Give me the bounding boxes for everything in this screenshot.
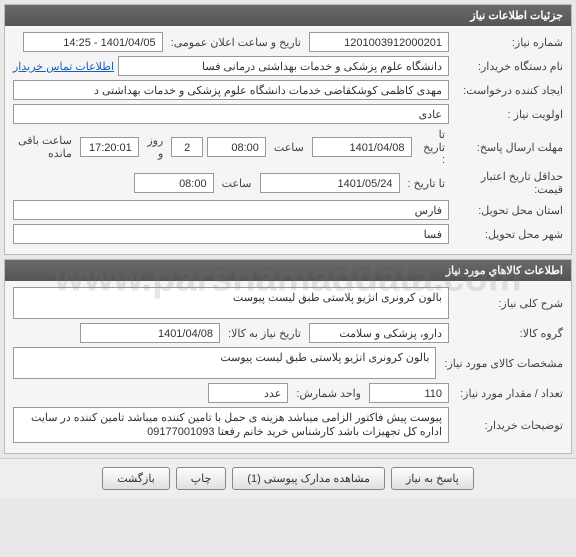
valid-time-field: 08:00 (134, 173, 214, 193)
reply-time-field: 08:00 (207, 137, 266, 157)
remain-days-label: روز و (143, 134, 168, 160)
unit-field: عدد (208, 383, 288, 403)
announce-field: 1401/04/05 - 14:25 (23, 32, 163, 52)
qty-label: تعداد / مقدار مورد نیاز: (453, 387, 563, 400)
button-bar: پاسخ به نیاز مشاهده مدارک پیوستی (1) چاپ… (0, 458, 576, 498)
announce-label: تاریخ و ساعت اعلان عمومی: (167, 36, 305, 49)
need-number-label: شماره نیاز: (453, 36, 563, 49)
buyer-contact-link[interactable]: اطلاعات تماس خریدار (13, 60, 114, 73)
items-panel-title: اطلاعات کالاهاي مورد نیاز (5, 260, 571, 281)
valid-date-field: 1401/05/24 (260, 173, 400, 193)
priority-label: اولویت نیاز : (453, 108, 563, 121)
group-field: دارو، پزشکی و سلامت (309, 323, 449, 343)
print-button[interactable]: چاپ (176, 467, 227, 490)
reply-button[interactable]: پاسخ به نیاز (391, 467, 474, 490)
unit-label: واحد شمارش: (292, 387, 365, 400)
desc-field: بالون کرونری انژیو پلاستی طبق لیست پیوست (13, 287, 449, 319)
buyer-name-field: دانشگاه علوم پزشکی و خدمات بهداشتی درمان… (118, 56, 449, 76)
spec-label: مشخصات کالای مورد نیاز: (440, 357, 563, 370)
reply-deadline-label: مهلت ارسال پاسخ: (453, 141, 563, 154)
notes-label: توضیحات خریدار: (453, 419, 563, 432)
reply-time-label: ساعت (270, 141, 308, 154)
province-label: استان محل تحویل: (453, 204, 563, 217)
details-panel-title: جزئیات اطلاعات نیاز (5, 5, 571, 26)
need-number-field: 1201003912000201 (309, 32, 449, 52)
spec-field: بالون کرونری انژیو پلاستی طبق لیست پیوست (13, 347, 436, 379)
notes-field: پیوست پیش فاکتور الزامی میباشد هزینه ی ح… (13, 407, 449, 443)
province-field: فارس (13, 200, 449, 220)
buyer-name-label: نام دستگاه خریدار: (453, 60, 563, 73)
city-field: فسا (13, 224, 449, 244)
remain-days-field: 2 (171, 137, 203, 157)
back-button[interactable]: بازگشت (102, 467, 170, 490)
attachments-button[interactable]: مشاهده مدارک پیوستی (1) (232, 467, 385, 490)
desc-label: شرح کلی نیاز: (453, 297, 563, 310)
items-panel: اطلاعات کالاهاي مورد نیاز شرح کلی نیاز: … (4, 259, 572, 454)
valid-time-label: ساعت (218, 177, 256, 190)
need-date-field: 1401/04/08 (80, 323, 220, 343)
remain-time-field: 17:20:01 (80, 137, 139, 157)
need-date-label: تاریخ نیاز به کالا: (224, 327, 305, 340)
group-label: گروه کالا: (453, 327, 563, 340)
requester-field: مهدی کاظمی کوشکقاضی خدمات دانشگاه علوم پ… (13, 80, 449, 100)
valid-to-date-label: تا تاریخ : (404, 177, 449, 190)
priority-field: عادی (13, 104, 449, 124)
qty-field: 110 (369, 383, 449, 403)
remain-time-label: ساعت باقی مانده (13, 134, 76, 160)
city-label: شهر محل تحویل: (453, 228, 563, 241)
reply-date-field: 1401/04/08 (312, 137, 412, 157)
details-panel: جزئیات اطلاعات نیاز شماره نیاز: 12010039… (4, 4, 572, 255)
to-date-label: تا تاریخ : (416, 128, 449, 166)
valid-min-label: حداقل تاریخ اعتبار قیمت: (453, 170, 563, 196)
requester-label: ایجاد کننده درخواست: (453, 84, 563, 97)
